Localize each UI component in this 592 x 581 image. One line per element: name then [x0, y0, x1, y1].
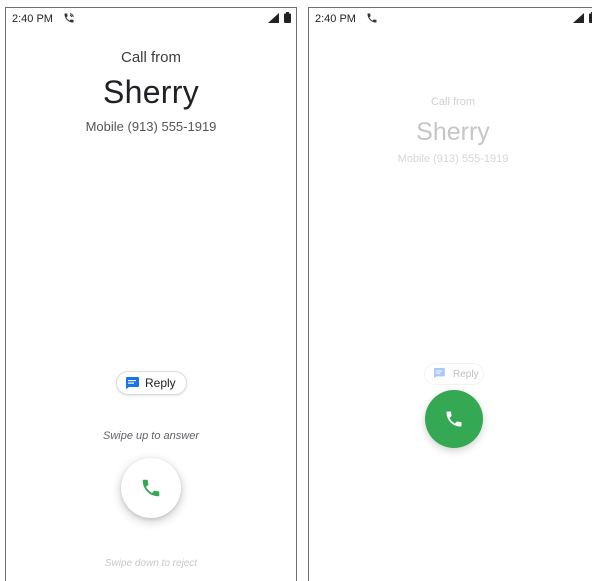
signal-icon — [268, 13, 279, 23]
caller-number: Mobile (913) 555-1919 — [397, 153, 509, 165]
incoming-call-screen-answering: 2:40 PM Call from Sherry Mobile (913) 55… — [308, 7, 592, 581]
swipe-up-hint: Swipe up to answer — [103, 430, 199, 442]
status-bar: 2:40 PM — [309, 8, 592, 30]
reply-button[interactable]: Reply — [116, 371, 187, 395]
message-icon — [125, 377, 139, 389]
message-icon — [433, 368, 447, 380]
caller-name: Sherry — [102, 74, 200, 110]
wifi-call-icon — [63, 12, 75, 24]
call-from-label: Call from — [430, 96, 475, 108]
status-time: 2:40 PM — [315, 13, 356, 25]
call-from-label: Call from — [120, 49, 181, 66]
status-time: 2:40 PM — [12, 13, 53, 25]
reply-label: Reply — [453, 368, 479, 380]
phone-icon — [444, 409, 464, 429]
phone-icon — [140, 477, 162, 499]
swipe-down-hint: Swipe down to reject — [104, 558, 198, 569]
status-bar: 2:40 PM — [6, 8, 296, 30]
reply-label: Reply — [145, 376, 176, 390]
phone-icon — [366, 12, 378, 24]
signal-icon — [573, 13, 584, 23]
answer-button[interactable] — [425, 390, 483, 448]
battery-icon — [284, 12, 291, 23]
incoming-call-screen: 2:40 PM Call from Sherry Mobile (913) 55… — [5, 7, 297, 581]
caller-name: Sherry — [416, 118, 490, 146]
caller-number: Mobile (913) 555-1919 — [85, 119, 217, 134]
reply-button[interactable]: Reply — [424, 363, 484, 385]
answer-button[interactable] — [121, 458, 181, 518]
